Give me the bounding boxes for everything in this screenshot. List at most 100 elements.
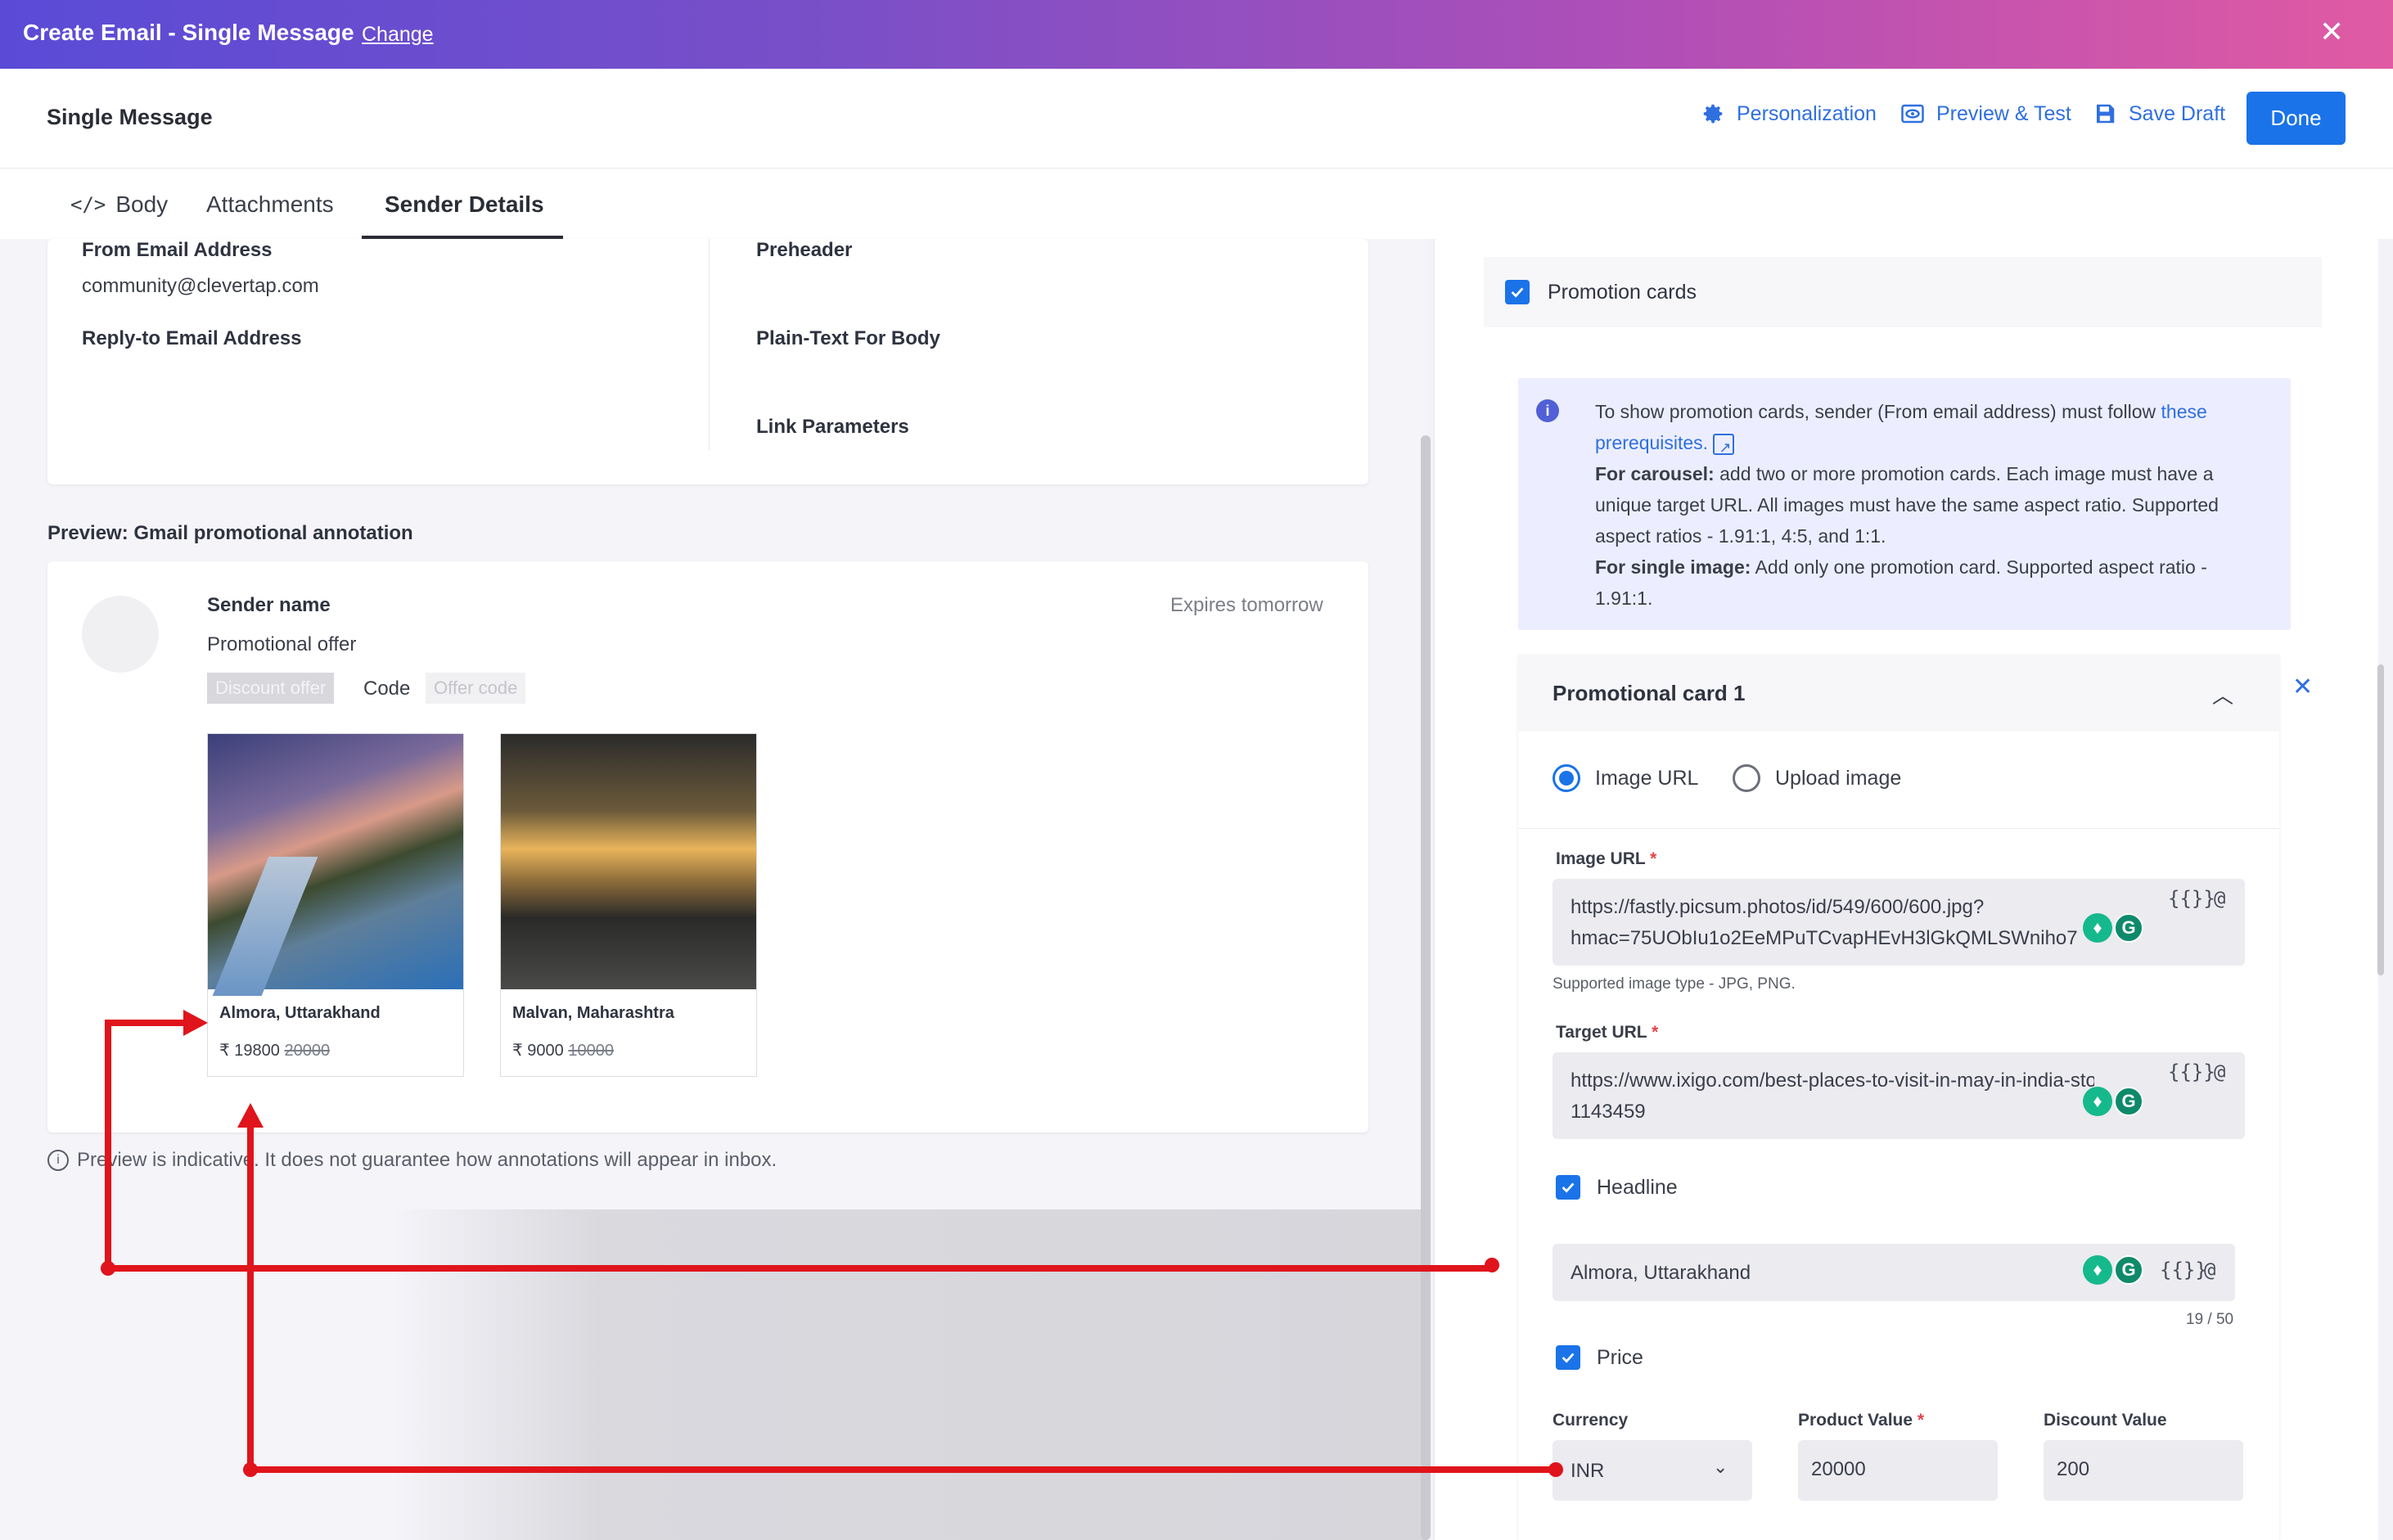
- sender-details-card: From Email Address community@clevertap.c…: [47, 239, 1368, 484]
- preview-test-button[interactable]: Preview & Test: [1900, 101, 2071, 126]
- promo-card-preview: Malvan, Maharashtra ₹ 9000 10000: [500, 733, 757, 1077]
- card-title: Malvan, Maharashtra: [512, 1004, 674, 1022]
- modal-title-bar: Create Email - Single Message Change ✕: [0, 0, 2393, 69]
- price-toggle[interactable]: Price: [1556, 1345, 1643, 1370]
- personalization-button[interactable]: Personalization: [1701, 101, 1877, 126]
- reply-to-label: Reply-to Email Address: [82, 327, 302, 349]
- offer-code-chip: Offer code: [426, 673, 526, 704]
- image-url-value: https://fastly.picsum.photos/id/549/600/…: [1571, 892, 2094, 954]
- currency-value: INR: [1571, 1460, 1605, 1482]
- radio-image-url[interactable]: Image URL: [1553, 764, 1698, 792]
- grammarly-widget[interactable]: ♦ G: [2083, 913, 2143, 943]
- remove-card-icon[interactable]: ✕: [2292, 673, 2313, 701]
- tab-body-label: Body: [115, 191, 169, 217]
- done-button[interactable]: Done: [2247, 92, 2346, 145]
- avatar: [82, 596, 159, 673]
- target-url-line1: https://www.ixigo.com/best-places-to-vis…: [1571, 1069, 2094, 1092]
- product-value-label-text: Product Value: [1798, 1411, 1913, 1430]
- card-price-old: 20000: [284, 1042, 331, 1060]
- annotation-dot: [1548, 1462, 1563, 1477]
- annotation-line: [247, 1466, 1557, 1473]
- preview-test-label: Preview & Test: [1936, 101, 2071, 125]
- radio-unselected-icon[interactable]: [1733, 764, 1760, 792]
- mention-icon[interactable]: @: [2204, 1259, 2215, 1281]
- grammarly-widget[interactable]: ♦ G: [2083, 1087, 2143, 1116]
- scrollbar[interactable]: [2377, 664, 2384, 975]
- annotation-dot: [1485, 1258, 1499, 1272]
- arrowhead: [183, 1010, 208, 1036]
- left-content-area: From Email Address community@clevertap.c…: [0, 239, 1431, 1540]
- info-line1: To show promotion cards, sender (From em…: [1595, 401, 2161, 422]
- save-draft-button[interactable]: Save Draft: [2093, 101, 2225, 126]
- info-icon: i: [1536, 399, 1559, 422]
- sender-name: Sender name: [207, 594, 331, 616]
- annotation-line: [105, 1020, 111, 1272]
- headline-value: Almora, Uttarakhand: [1571, 1262, 1751, 1284]
- chevron-down-icon[interactable]: ⌄: [1713, 1457, 1728, 1478]
- editor-header: Single Message Personalization Preview &…: [0, 69, 2393, 169]
- radio-upload-image[interactable]: Upload image: [1733, 764, 1901, 792]
- change-link[interactable]: Change: [362, 23, 434, 47]
- tab-body[interactable]: </> Body: [70, 191, 168, 218]
- personalization-token-icon[interactable]: {{}}: [2160, 1259, 2207, 1281]
- lightbulb-icon[interactable]: ♦: [2083, 1087, 2112, 1116]
- card-header[interactable]: Promotional card 1 ︿: [1518, 655, 2279, 732]
- product-value-label: Product Value *: [1798, 1411, 1924, 1430]
- tab-sender-details[interactable]: Sender Details: [385, 191, 544, 218]
- mention-icon[interactable]: @: [2214, 1060, 2225, 1083]
- grammarly-icon[interactable]: G: [2114, 1255, 2143, 1285]
- dim-overlay: [393, 1209, 1427, 1540]
- scrollbar[interactable]: [1421, 435, 1431, 1540]
- image-url-label-text: Image URL: [1556, 849, 1646, 868]
- card-price: ₹ 9000 10000: [512, 1040, 614, 1060]
- grammarly-widget[interactable]: ♦ G: [2083, 1255, 2143, 1285]
- target-url-label-text: Target URL: [1556, 1023, 1647, 1042]
- plain-text-label: Plain-Text For Body: [756, 327, 940, 349]
- chevron-up-icon[interactable]: ︿: [2212, 679, 2233, 709]
- headline-input[interactable]: Almora, Uttarakhand ♦ G {{}} @: [1553, 1244, 2235, 1301]
- lightbulb-icon[interactable]: ♦: [2083, 1255, 2112, 1285]
- close-icon[interactable]: ✕: [2319, 15, 2344, 49]
- tab-bar: </> Body Attachments Sender Details: [0, 169, 2393, 239]
- target-url-input[interactable]: https://www.ixigo.com/best-places-to-vis…: [1553, 1052, 2245, 1139]
- promotion-cards-toggle[interactable]: Promotion cards: [1484, 257, 2322, 327]
- card-title: Almora, Uttarakhand: [219, 1004, 381, 1022]
- mention-icon[interactable]: @: [2214, 887, 2225, 910]
- grammarly-icon[interactable]: G: [2114, 913, 2143, 943]
- image-url-line1: https://fastly.picsum.photos/id/549/600/…: [1571, 896, 1985, 918]
- discount-offer-chip: Discount offer: [207, 673, 335, 704]
- lightbulb-icon[interactable]: ♦: [2083, 913, 2112, 943]
- headline-char-count: 19 / 50: [2186, 1311, 2234, 1328]
- preview-section-title: Preview: Gmail promotional annotation: [47, 522, 413, 544]
- product-value-input[interactable]: 20000: [1798, 1440, 1998, 1501]
- grammarly-icon[interactable]: G: [2114, 1087, 2143, 1116]
- headline-toggle[interactable]: Headline: [1556, 1175, 1678, 1200]
- preview-note: i Preview is indicative. It does not gua…: [47, 1149, 777, 1172]
- from-email-value: community@clevertap.com: [82, 275, 319, 297]
- tab-attachments[interactable]: Attachments: [206, 191, 334, 218]
- currency-select[interactable]: INR ⌄: [1553, 1440, 1752, 1501]
- price-checkbox[interactable]: [1556, 1345, 1580, 1370]
- preheader-label: Preheader: [756, 239, 853, 261]
- discount-value: 200: [2057, 1458, 2090, 1480]
- target-url-value: https://www.ixigo.com/best-places-to-vis…: [1571, 1065, 2094, 1128]
- discount-value-label: Discount Value: [2044, 1411, 2167, 1430]
- required-mark: *: [1650, 849, 1657, 868]
- gmail-preview-card: Sender name Expires tomorrow Promotional…: [47, 561, 1368, 1132]
- divider: [1518, 828, 2279, 829]
- code-label: Code: [363, 678, 411, 700]
- headline-checkbox[interactable]: [1556, 1175, 1580, 1200]
- promotion-cards-checkbox[interactable]: [1505, 280, 1530, 304]
- radio-selected-icon[interactable]: [1553, 764, 1580, 792]
- personalization-token-icon[interactable]: {{}}: [2168, 887, 2215, 910]
- save-icon: [2097, 104, 2115, 124]
- annotation-line: [247, 1126, 254, 1473]
- personalization-token-icon[interactable]: {{}}: [2168, 1060, 2215, 1083]
- image-url-line2: hmac=75UObIu1o2EeMPuTCvapHEvH3lGkQMLSWni…: [1571, 927, 2078, 949]
- image-url-input[interactable]: https://fastly.picsum.photos/id/549/600/…: [1553, 879, 2245, 966]
- discount-value-input[interactable]: 200: [2044, 1440, 2243, 1501]
- info-text: To show promotion cards, sender (From em…: [1595, 396, 2266, 614]
- external-link-icon[interactable]: ↗: [1713, 433, 1735, 456]
- card-price: ₹ 19800 20000: [219, 1040, 330, 1060]
- personalization-label: Personalization: [1737, 101, 1877, 125]
